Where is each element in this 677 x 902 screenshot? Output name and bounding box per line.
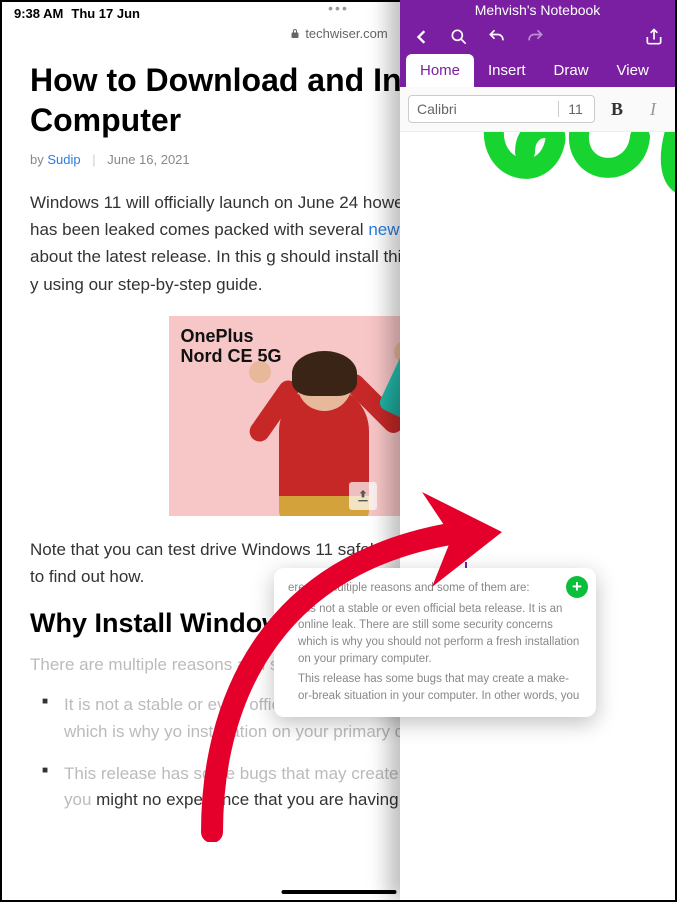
- ad-share-icon[interactable]: [349, 482, 377, 510]
- back-icon[interactable]: [410, 26, 432, 48]
- paste-preview-popup[interactable]: + ere are multiple reasons and some of t…: [274, 568, 596, 717]
- clip-line: It is not a stable or even official beta…: [288, 601, 582, 668]
- clip-line: This release has some bugs that may crea…: [288, 671, 582, 704]
- redo-icon[interactable]: [524, 26, 546, 48]
- status-time: 9:38 AM: [14, 6, 63, 21]
- tab-view[interactable]: View: [603, 54, 663, 87]
- tab-draw[interactable]: Draw: [540, 54, 603, 87]
- lock-icon: [289, 28, 301, 40]
- onenote-slideover[interactable]: ••• Mehvish's Notebook Home Insert Draw …: [400, 0, 675, 900]
- font-size-field[interactable]: 11: [558, 101, 586, 117]
- ad-person-illustration: [239, 356, 409, 516]
- format-toolbar: Calibri 11 B I: [400, 87, 675, 132]
- article-date: June 16, 2021: [107, 152, 189, 167]
- tab-insert[interactable]: Insert: [474, 54, 540, 87]
- ink-stroke: [425, 132, 675, 222]
- status-date: Thu 17 Jun: [71, 6, 140, 21]
- notebook-title: Mehvish's Notebook: [400, 0, 675, 22]
- url-text: techwiser.com: [305, 26, 387, 41]
- note-canvas[interactable]: [400, 132, 675, 852]
- tab-home[interactable]: Home: [406, 54, 474, 87]
- multitask-dots-icon[interactable]: •••: [328, 0, 349, 16]
- bold-button[interactable]: B: [603, 99, 631, 120]
- add-clip-button[interactable]: +: [566, 576, 588, 598]
- italic-button[interactable]: I: [639, 99, 667, 120]
- search-icon[interactable]: [448, 26, 470, 48]
- ribbon-tabs: Home Insert Draw View: [400, 54, 675, 87]
- font-selector[interactable]: Calibri 11: [408, 95, 595, 123]
- share-icon[interactable]: [643, 26, 665, 48]
- undo-icon[interactable]: [486, 26, 508, 48]
- home-indicator[interactable]: [281, 890, 396, 894]
- author-link[interactable]: Sudip: [47, 152, 80, 167]
- clip-line: ere are multiple reasons and some of the…: [288, 580, 582, 597]
